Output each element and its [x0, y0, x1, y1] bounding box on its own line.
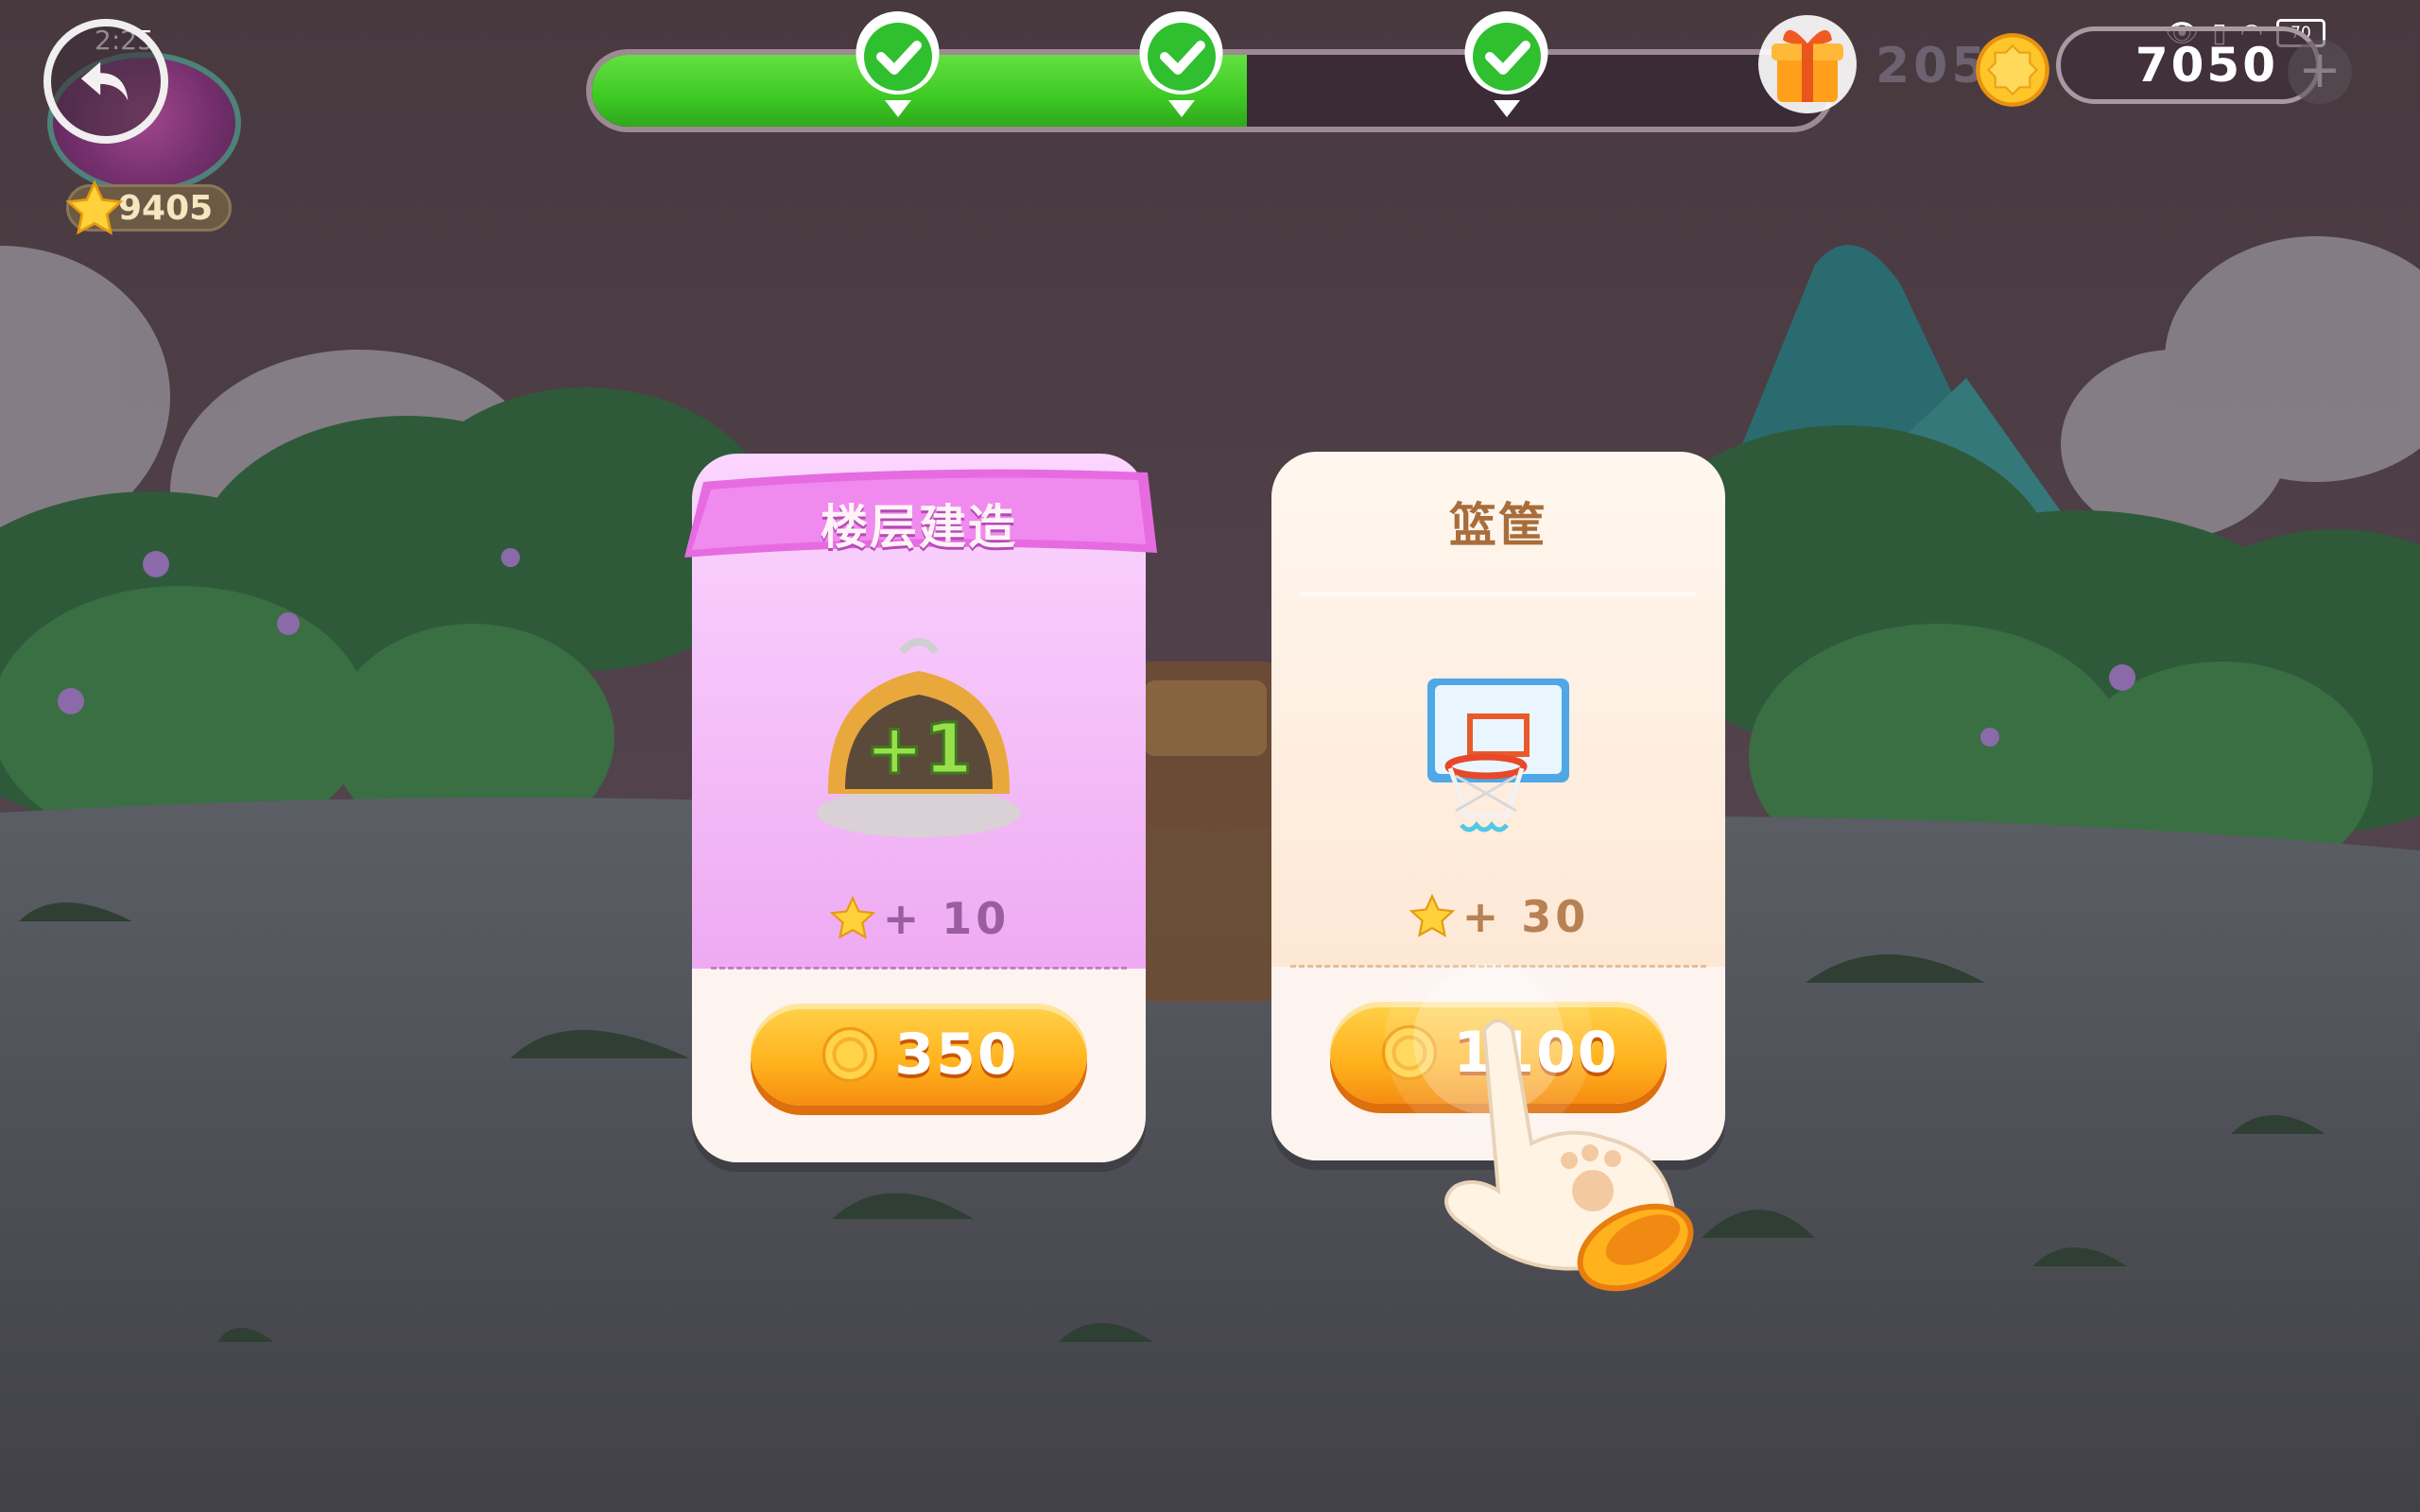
- player-stars-value: 9405: [118, 188, 214, 228]
- basketball-hoop-icon: [1427, 679, 1569, 833]
- milestone-check-icon: [856, 11, 940, 117]
- star-icon: [1409, 893, 1455, 937]
- card-reward: + 30: [1271, 891, 1725, 942]
- background-scene: [0, 0, 2420, 1512]
- coin-balance[interactable]: 7050: [2056, 26, 2321, 104]
- coin-balance-value: 7050: [2135, 38, 2278, 93]
- star-icon: [65, 180, 124, 235]
- star-icon: [829, 895, 875, 939]
- gold-coin-icon: [1976, 33, 2049, 107]
- card-reward-value: + 10: [882, 893, 1011, 944]
- card-title: 篮筐: [1449, 498, 1547, 553]
- gift-box-icon[interactable]: [1756, 9, 1858, 123]
- gold-coin-icon: [822, 1026, 878, 1083]
- shop-card-floor-build[interactable]: 楼层建造 +1 + 10 350: [684, 454, 1157, 1162]
- back-button[interactable]: [43, 19, 168, 144]
- buy-price: 350: [894, 1022, 1019, 1088]
- card-reward: + 10: [692, 893, 1146, 944]
- svg-text:+1: +1: [865, 709, 973, 790]
- milestone-check-icon: [1139, 11, 1223, 117]
- card-reward-value: + 30: [1461, 891, 1590, 942]
- buy-button[interactable]: 350: [751, 1004, 1087, 1106]
- card-title: 楼层建造: [821, 500, 1017, 555]
- floor-dome-plus-one-icon: +1: [817, 638, 1021, 837]
- tutorial-pointer-hand-icon: [1385, 964, 1694, 1292]
- back-arrow-icon: [80, 61, 129, 101]
- milestone-check-icon: [1464, 11, 1548, 117]
- player-stars-badge: 9405: [65, 180, 232, 235]
- add-coins-button[interactable]: +: [2288, 40, 2352, 104]
